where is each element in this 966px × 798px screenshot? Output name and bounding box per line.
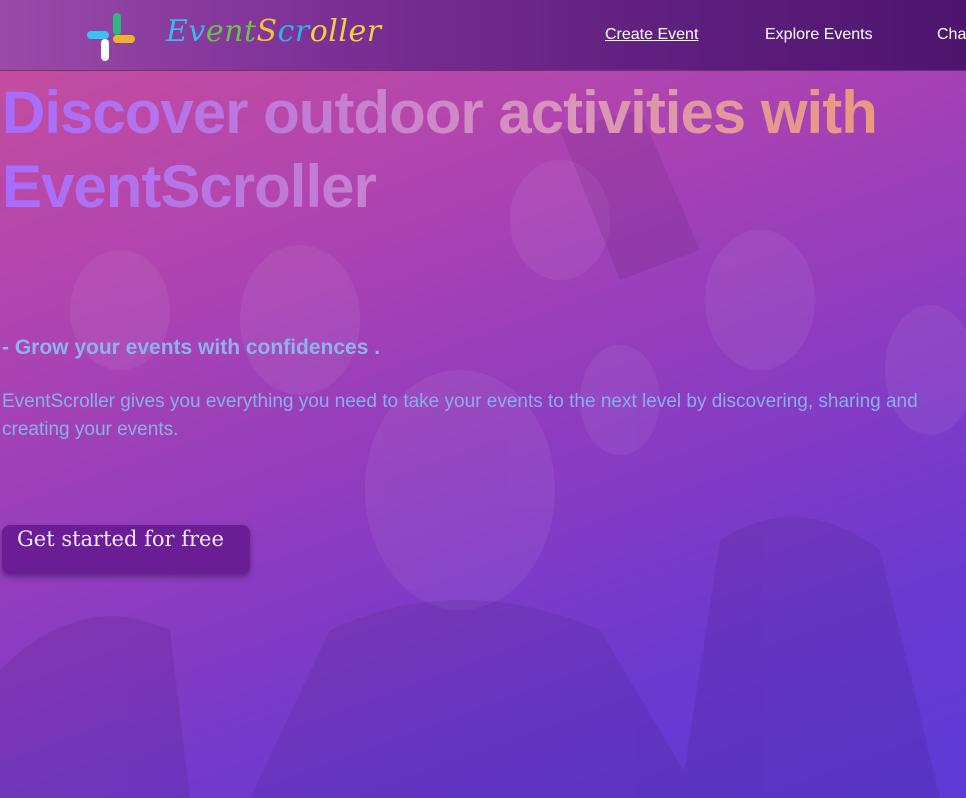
nav-explore-events[interactable]: Explore Events (765, 26, 873, 44)
hero-tagline: - Grow your events with confidences . (2, 336, 381, 359)
hero-description: EventScroller gives you everything you n… (2, 391, 918, 440)
brand-name[interactable]: EventScroller (166, 14, 382, 49)
get-started-label: Get started for free (17, 527, 224, 551)
brand-logo-icon[interactable] (85, 11, 137, 63)
get-started-button[interactable]: Get started for free (2, 525, 250, 574)
hero-headline: Discover outdoor activities with EventSc… (2, 76, 962, 224)
landing-page: EventScroller Create Event Explore Event… (0, 0, 966, 798)
nav-create-event[interactable]: Create Event (605, 26, 698, 44)
nav-cha-link[interactable]: Cha (937, 26, 966, 44)
top-navbar: EventScroller Create Event Explore Event… (0, 0, 966, 70)
